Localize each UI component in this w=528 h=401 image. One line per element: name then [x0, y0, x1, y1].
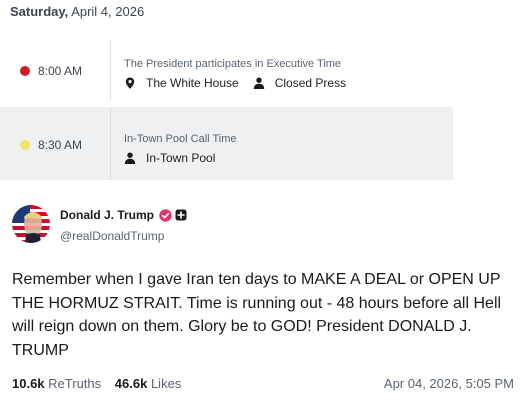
event-location: The White House — [146, 76, 239, 90]
schedule-date: Saturday, April 4, 2026 — [10, 4, 144, 19]
event-meta: In-Town Pool — [124, 151, 215, 165]
schedule-event-0: 8:00 AM The President participates in Ex… — [0, 40, 453, 100]
post-text: Remember when I gave Iran ten days to MA… — [12, 271, 502, 359]
retruths-label: ReTruths — [48, 376, 102, 391]
event-time: 8:30 AM — [38, 138, 83, 152]
likes-count: 46.6k — [114, 376, 148, 391]
verified-badge-icon — [159, 208, 172, 222]
post-timestamp[interactable]: Apr 04, 2026, 5:05 PM — [384, 376, 514, 391]
event-pool: In-Town Pool — [146, 151, 216, 165]
location-pin-icon — [125, 77, 135, 89]
retruths-count: 10.6k — [12, 376, 45, 391]
person-icon — [124, 152, 136, 164]
schedule-event-1: 8:30 AM In-Town Pool Call Time In-Town P… — [0, 107, 453, 180]
status-dot-yellow — [20, 140, 30, 150]
divider — [110, 107, 111, 180]
likes-label: Likes — [150, 376, 182, 391]
person-icon — [253, 77, 264, 89]
post-footer: 10.6k ReTruths 46.6k Likes Apr 04, 2026,… — [12, 376, 517, 391]
status-dot-red — [20, 66, 30, 76]
likes-stat[interactable]: 46.6k Likes — [115, 376, 182, 391]
event-title: In-Town Pool Call Time — [124, 133, 237, 145]
schedule-date-rest: April 4, 2026 — [71, 4, 145, 19]
plus-badge-icon — [175, 209, 187, 221]
author-handle[interactable]: @realDonaldTrump — [60, 229, 164, 243]
event-time: 8:00 AM — [38, 64, 83, 78]
author-name[interactable]: Donald J. Trump — [60, 208, 154, 222]
event-title: The President participates in Executive … — [124, 58, 342, 70]
avatar-image — [12, 205, 50, 243]
divider — [110, 40, 111, 100]
event-meta: The White House Closed Press — [124, 76, 346, 90]
schedule-date-day: Saturday, — [10, 4, 69, 19]
retruths-stat[interactable]: 10.6k ReTruths — [12, 376, 101, 391]
event-access: Closed Press — [274, 76, 347, 90]
avatar[interactable] — [12, 205, 50, 243]
post-author: Donald J. Trump — [60, 208, 187, 222]
